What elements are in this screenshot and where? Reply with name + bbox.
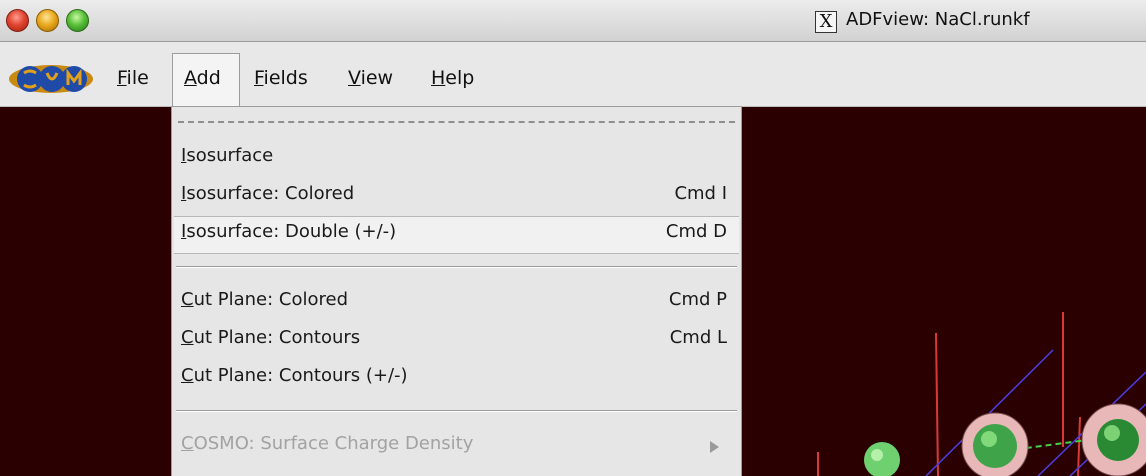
- tearoff-line[interactable]: [178, 121, 735, 123]
- menu-item-cut-plane-colored[interactable]: Cut Plane: Colored: [181, 289, 348, 310]
- menu-item-isosurface-double[interactable]: Isosurface: Double (+/-): [181, 221, 396, 242]
- menu-view-label: View: [348, 67, 394, 89]
- scm-logo-icon: [9, 65, 93, 93]
- submenu-arrow-icon: [710, 441, 719, 453]
- menu-file-label: File: [117, 67, 149, 89]
- x11-icon: X: [815, 11, 837, 33]
- sodium-atom: [864, 442, 900, 476]
- menu-item-cut-plane-contours-pm[interactable]: Cut Plane: Contours (+/-): [181, 365, 408, 386]
- menu-item-label: Cut Plane: Contours (+/-): [181, 365, 408, 386]
- add-menu-dropdown: Isosurface Isosurface: Colored Cmd I Iso…: [171, 106, 742, 476]
- axis-line: [935, 332, 939, 476]
- menu-item-label: COSMO: Surface Charge Density: [181, 433, 474, 454]
- sodium-atom: [973, 424, 1017, 468]
- menu-item-label: Cut Plane: Contours: [181, 327, 361, 348]
- menu-item-cosmo-surface-charge[interactable]: COSMO: Surface Charge Density: [181, 433, 473, 454]
- window-title: ADFview: NaCl.runkf: [846, 9, 1030, 30]
- window-titlebar: X ADFview: NaCl.runkf: [0, 0, 1146, 42]
- menu-item-cut-plane-contours[interactable]: Cut Plane: Contours: [181, 327, 360, 348]
- menu-separator: [176, 410, 737, 412]
- menu-fields[interactable]: Fields: [254, 67, 308, 89]
- menu-view[interactable]: View: [348, 67, 393, 89]
- shortcut-cmd-i: Cmd I: [674, 183, 727, 204]
- menu-file[interactable]: File: [117, 67, 149, 89]
- menu-help[interactable]: Help: [431, 67, 474, 89]
- menu-item-isosurface-colored[interactable]: Isosurface: Colored: [181, 183, 354, 204]
- menu-item-label: Cut Plane: Colored: [181, 289, 349, 310]
- menu-item-label: Isosurface: [181, 145, 274, 166]
- window-close-button[interactable]: [6, 9, 29, 32]
- window-zoom-button[interactable]: [66, 9, 89, 32]
- menu-item-label: Isosurface: Double (+/-): [181, 221, 397, 242]
- menu-item-label: Isosurface: Colored: [181, 183, 355, 204]
- menu-add-label: Add: [184, 67, 221, 89]
- shortcut-cmd-d: Cmd D: [665, 221, 727, 242]
- menu-item-isosurface[interactable]: Isosurface: [181, 145, 273, 166]
- shortcut-cmd-p: Cmd P: [668, 289, 727, 310]
- sodium-atom: [1097, 419, 1139, 461]
- menubar: File Add Fields View Help: [0, 42, 1146, 107]
- menu-add[interactable]: Add: [184, 67, 221, 89]
- menu-separator: [176, 266, 737, 268]
- menu-help-label: Help: [431, 67, 475, 89]
- menu-fields-label: Fields: [254, 67, 308, 89]
- shortcut-cmd-l: Cmd L: [669, 327, 727, 348]
- window-minimize-button[interactable]: [36, 9, 59, 32]
